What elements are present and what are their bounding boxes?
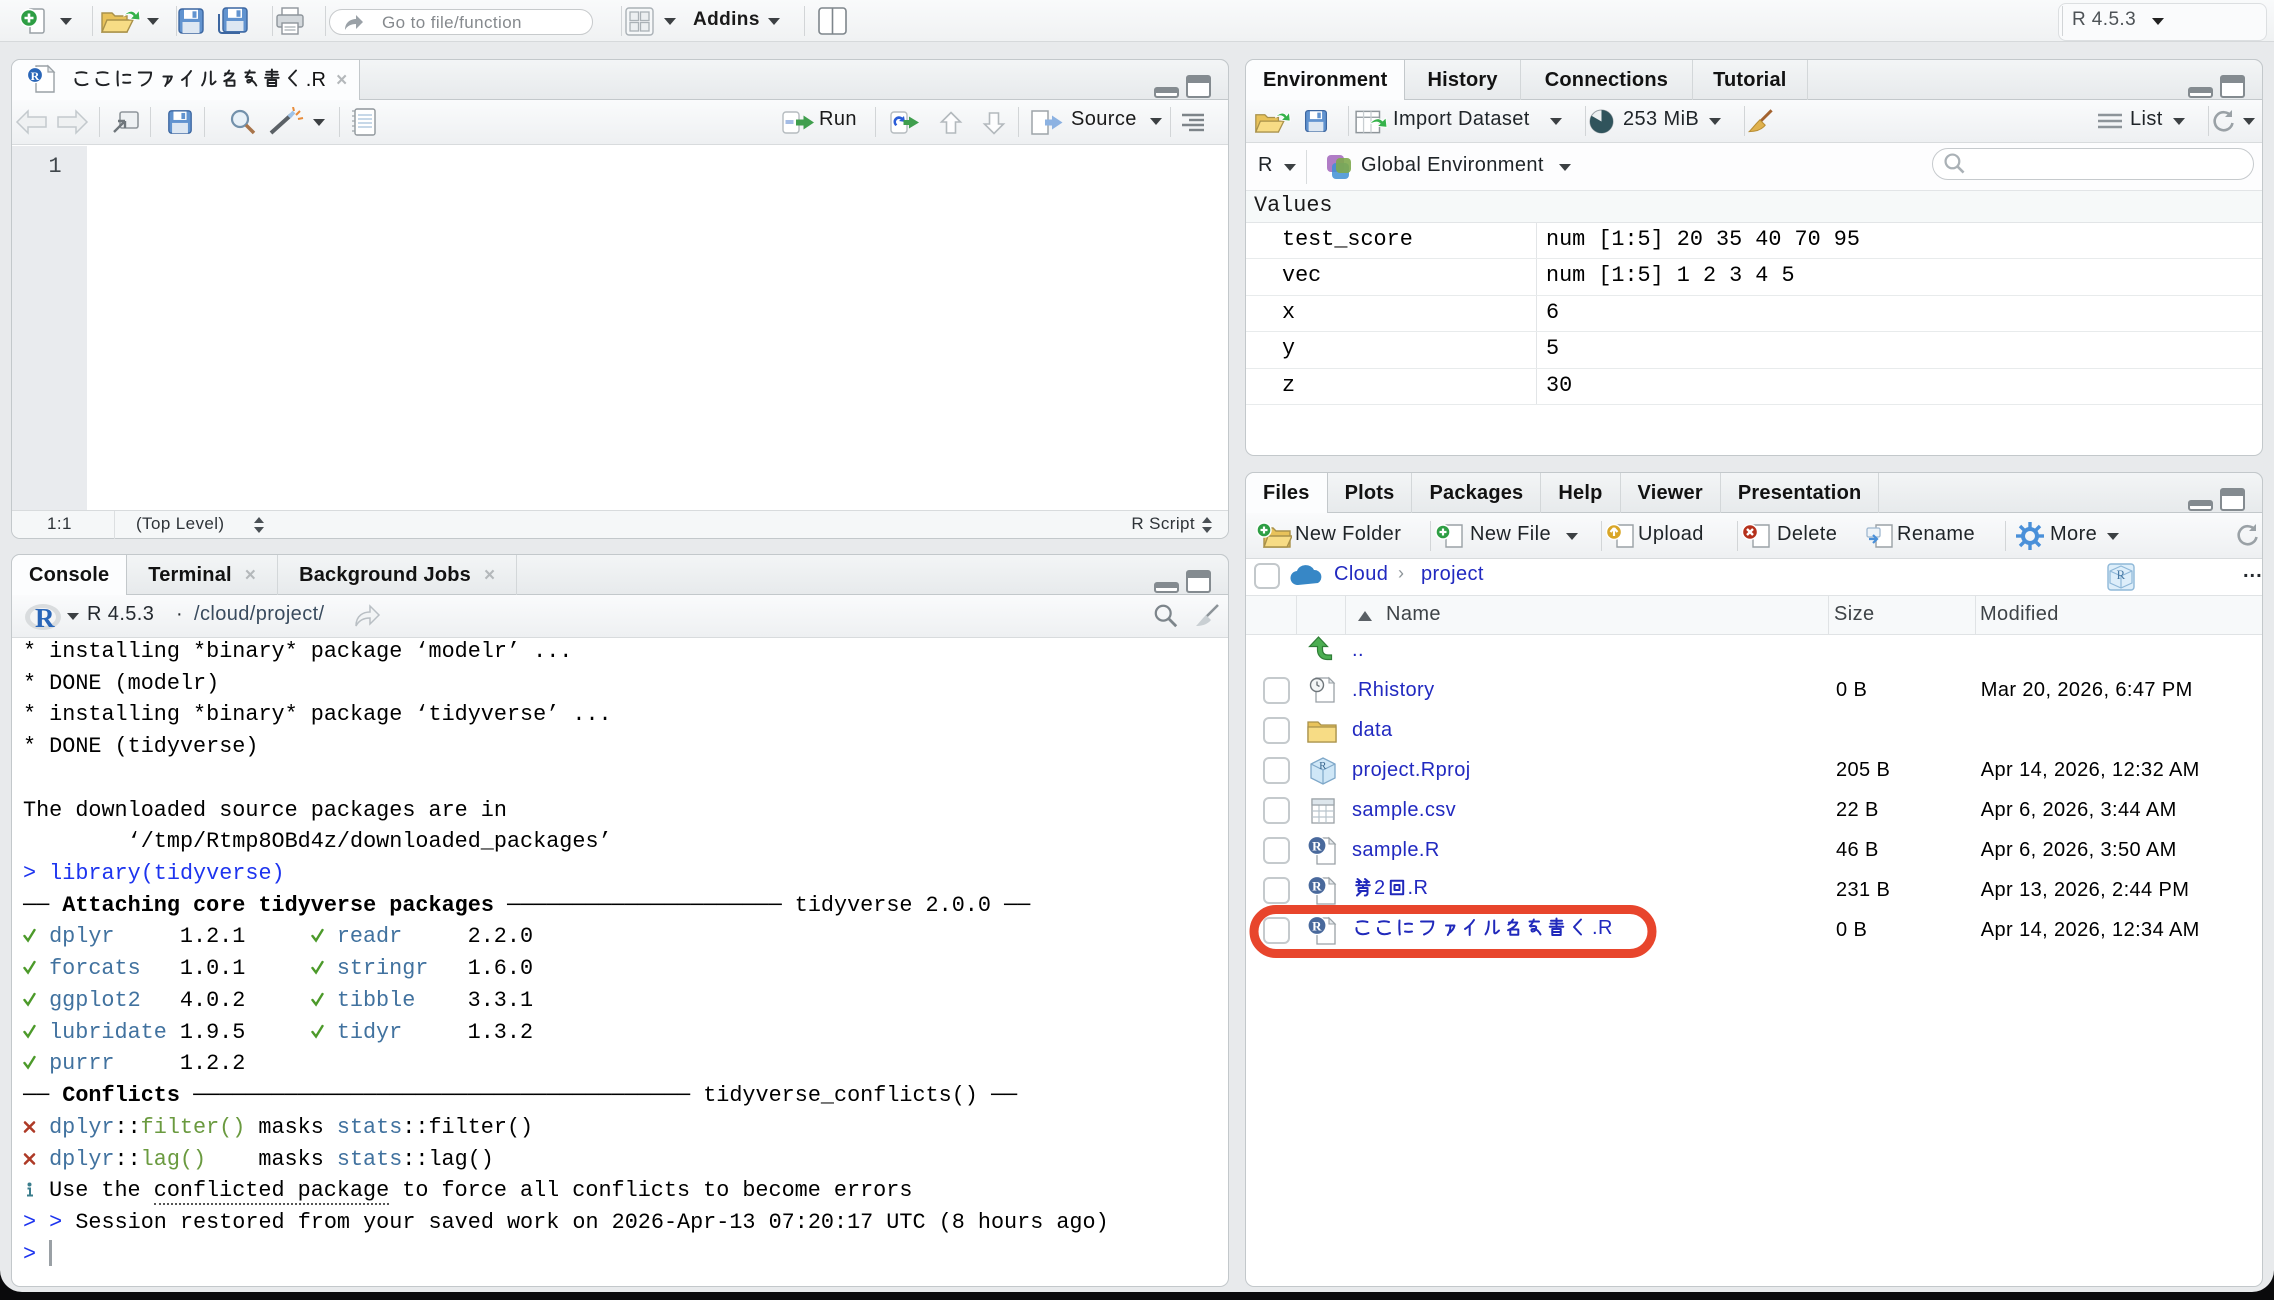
svg-text:R: R [1312,879,1322,894]
svg-text:R: R [35,603,55,631]
svg-text:R: R [1319,760,1327,772]
svg-text:R: R [2116,567,2125,582]
svg-text:R: R [1312,839,1322,854]
svg-text:R: R [31,69,40,83]
